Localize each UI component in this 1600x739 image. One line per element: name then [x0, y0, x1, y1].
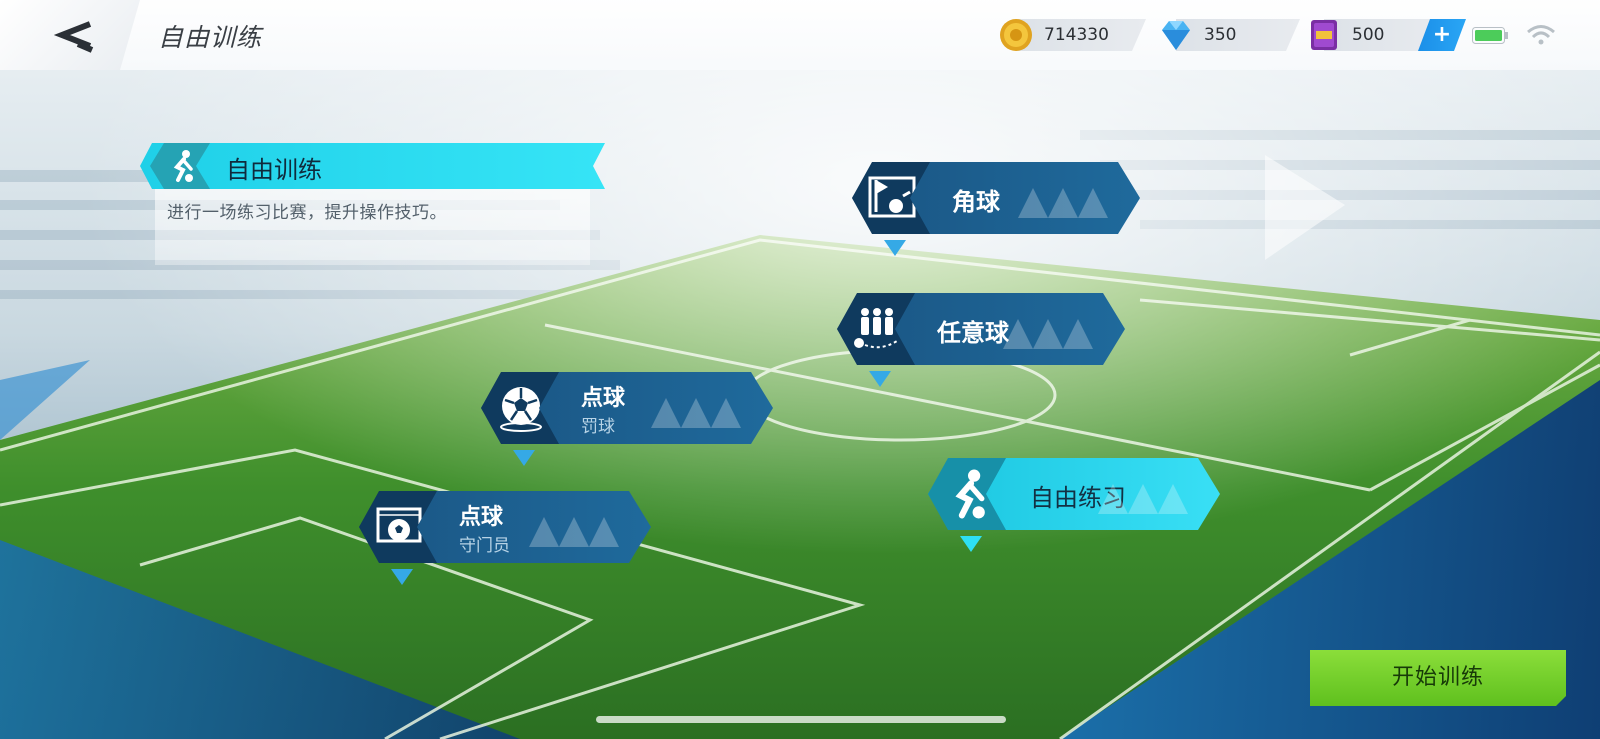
- battery-icon: [1472, 27, 1508, 44]
- gold-coin-value: 714330: [1044, 25, 1109, 45]
- wifi-icon: [1527, 25, 1555, 45]
- gold-coin-counter: 714330: [998, 19, 1146, 51]
- mode-label-corner: 角球: [952, 188, 1000, 216]
- home-indicator[interactable]: [596, 716, 1006, 723]
- stadium-background: [0, 0, 1600, 739]
- mode-node-free-kick[interactable]: 任意球: [837, 293, 1125, 387]
- kicking-player-icon: [166, 149, 198, 183]
- mode-node-penalty-keeper[interactable]: 点球 守门员: [359, 491, 651, 585]
- triangle-pattern: [1018, 188, 1108, 218]
- mode-label-free-kick: 任意球: [937, 319, 1009, 347]
- mode-node-corner[interactable]: 角球: [852, 162, 1140, 256]
- cof-card-icon: [1311, 20, 1337, 50]
- mode-node-penalty-kick[interactable]: 点球 罚球: [481, 372, 773, 466]
- back-button[interactable]: [48, 14, 102, 56]
- triangle-pattern: [1098, 484, 1188, 514]
- node-pointer: [869, 371, 891, 387]
- diamond-counter: 350: [1158, 19, 1298, 51]
- cof-value: 500: [1352, 25, 1385, 45]
- mode-info-header: [140, 143, 605, 189]
- node-pointer: [960, 536, 982, 552]
- node-pointer: [884, 240, 906, 256]
- mode-info-description: 进行一场练习比赛，提升操作技巧。: [167, 203, 447, 223]
- mode-info-icon-box: [150, 143, 210, 189]
- start-training-button[interactable]: 开始训练: [1310, 650, 1566, 706]
- gold-coin-icon: [1000, 19, 1032, 51]
- mode-label-penalty-keeper: 点球: [459, 505, 504, 530]
- mode-label-penalty-kick: 点球: [581, 386, 626, 411]
- node-pointer: [513, 450, 535, 466]
- triangle-pattern: [529, 517, 619, 547]
- triangle-pattern: [1003, 319, 1093, 349]
- back-arrow-icon: [53, 21, 94, 53]
- mode-sub-penalty-keeper: 守门员: [459, 536, 510, 556]
- diamond-icon: [1162, 21, 1190, 50]
- triangle-pattern: [651, 398, 741, 428]
- mode-node-free-practice[interactable]: 自由练习: [928, 458, 1220, 552]
- diamond-value: 350: [1204, 25, 1237, 45]
- mode-sub-penalty-kick: 罚球: [581, 417, 615, 437]
- top-bar: 自由训练 714330 350 500 +: [0, 0, 1600, 70]
- mode-info-title: 自由训练: [226, 156, 322, 184]
- page-title: 自由训练: [158, 23, 263, 52]
- node-pointer: [391, 569, 413, 585]
